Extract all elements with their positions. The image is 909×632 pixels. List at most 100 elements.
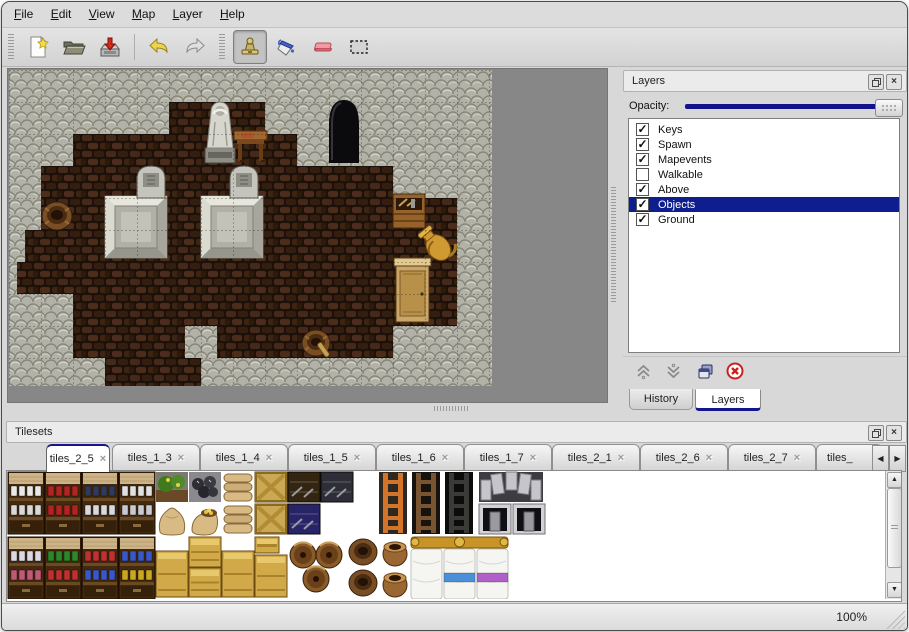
layer-row-ground[interactable]: ✓ Ground — [629, 212, 899, 227]
opacity-slider[interactable] — [685, 99, 903, 115]
map-canvas[interactable] — [9, 70, 492, 386]
opacity-slider-handle[interactable] — [875, 99, 903, 117]
delete-icon — [726, 362, 744, 380]
close-panel-button[interactable]: × — [886, 74, 902, 90]
fill-tool-button[interactable] — [271, 31, 303, 63]
tileset-tab-tiles_2_5[interactable]: tiles_2_5× — [46, 444, 110, 472]
layer-name: Keys — [658, 124, 682, 136]
scroll-up-icon: ▲ — [891, 476, 898, 483]
menu-file[interactable]: File — [14, 7, 33, 21]
scrollbar-thumb[interactable] — [887, 488, 902, 568]
layer-row-objects[interactable]: ✓ Objects — [629, 197, 899, 212]
delete-layer-button[interactable] — [725, 361, 745, 381]
resize-grip[interactable] — [885, 609, 905, 629]
map-view[interactable] — [7, 68, 608, 403]
undo-button[interactable] — [143, 31, 175, 63]
stamp-tool-button[interactable] — [233, 30, 267, 64]
tileset-tab-tiles_1_6[interactable]: tiles_1_6× — [376, 444, 464, 470]
layer-checkbox[interactable]: ✓ — [636, 123, 649, 136]
opacity-slider-track[interactable] — [685, 104, 903, 109]
eraser-tool-button[interactable] — [307, 31, 339, 63]
close-tab-icon[interactable]: × — [178, 452, 184, 464]
stamp-icon — [238, 35, 262, 59]
tab-history[interactable]: History — [629, 389, 693, 410]
toolbar-grip[interactable] — [8, 34, 14, 60]
scroll-tabs-right-button[interactable]: ▶ — [889, 445, 906, 472]
tileset-tab-bar: tiles_2_5× tiles_1_3× tiles_1_4× tiles_1… — [6, 443, 907, 471]
layer-checkbox[interactable]: ✓ — [636, 153, 649, 166]
close-tab-icon[interactable]: × — [442, 452, 448, 464]
vertical-splitter[interactable] — [611, 187, 616, 302]
layer-checkbox[interactable]: ✓ — [636, 183, 649, 196]
toolbar-separator — [134, 34, 135, 60]
tileset-tab-tiles_2_1[interactable]: tiles_2_1× — [552, 444, 640, 470]
layer-checkbox[interactable]: ✓ — [636, 198, 649, 211]
menu-bar: File Edit View Map Layer Help — [2, 2, 907, 28]
menu-edit[interactable]: Edit — [51, 7, 72, 21]
opacity-label: Opacity: — [629, 100, 669, 112]
move-down-icon — [665, 363, 682, 380]
close-tab-icon[interactable]: × — [706, 452, 712, 464]
close-tab-icon[interactable]: × — [530, 452, 536, 464]
tilesets-dock: Tilesets × tiles_2_5× tiles_1_3× tiles_1… — [6, 421, 907, 602]
close-tab-icon[interactable]: × — [354, 452, 360, 464]
layer-row-above[interactable]: ✓ Above — [629, 182, 899, 197]
menu-help[interactable]: Help — [220, 7, 245, 21]
selection-tool-button[interactable] — [343, 31, 375, 63]
move-layer-up-button[interactable] — [633, 361, 653, 381]
close-tilesets-button[interactable]: × — [886, 425, 902, 441]
horizontal-splitter[interactable] — [434, 406, 468, 411]
layer-row-keys[interactable]: ✓ Keys — [629, 122, 899, 137]
tileset-tab-tiles_1_5[interactable]: tiles_1_5× — [288, 444, 376, 470]
zoom-level: 100% — [836, 610, 867, 624]
tile-grid-overlay — [9, 70, 492, 386]
layer-row-walkable[interactable]: Walkable — [629, 167, 899, 182]
layer-checkbox[interactable] — [636, 168, 649, 181]
toolbar-grip-2[interactable] — [219, 34, 225, 60]
tileset-tab-tiles_2_6[interactable]: tiles_2_6× — [640, 444, 728, 470]
save-icon — [98, 35, 122, 59]
open-button[interactable] — [58, 31, 90, 63]
layer-checkbox[interactable]: ✓ — [636, 213, 649, 226]
layer-row-mapevents[interactable]: ✓ Mapevents — [629, 152, 899, 167]
menu-layer[interactable]: Layer — [173, 7, 203, 21]
close-tab-icon[interactable]: × — [266, 452, 272, 464]
float-tilesets-button[interactable] — [868, 425, 884, 441]
float-icon — [872, 78, 881, 87]
layers-panel-title: Layers — [632, 75, 665, 87]
main-toolbar — [2, 28, 907, 67]
menu-view[interactable]: View — [89, 7, 115, 21]
redo-icon — [183, 35, 207, 59]
opacity-row: Opacity: — [623, 96, 907, 116]
tileset-tab-tiles_2_7[interactable]: tiles_2_7× — [728, 444, 816, 470]
scroll-up-button[interactable]: ▲ — [887, 472, 902, 488]
tileset-palette[interactable] — [7, 471, 883, 599]
layers-panel-header: Layers × — [623, 70, 907, 92]
move-layer-down-button[interactable] — [663, 361, 683, 381]
save-button[interactable] — [94, 31, 126, 63]
tileset-palette-area: ▲ ▼ — [6, 470, 902, 602]
tileset-scrollbar[interactable]: ▲ ▼ — [885, 471, 901, 599]
new-file-button[interactable] — [22, 31, 54, 63]
duplicate-layer-button[interactable] — [695, 361, 715, 381]
layer-checkbox[interactable]: ✓ — [636, 138, 649, 151]
scroll-down-icon: ▼ — [891, 586, 898, 593]
layer-row-spawn[interactable]: ✓ Spawn — [629, 137, 899, 152]
tileset-tab-tiles_1_7[interactable]: tiles_1_7× — [464, 444, 552, 470]
status-bar: 100% — [2, 603, 907, 631]
redo-button[interactable] — [179, 31, 211, 63]
menu-map[interactable]: Map — [132, 7, 155, 21]
layer-list: ✓ Keys ✓ Spawn ✓ Mapevents Walkable ✓ Ab… — [628, 118, 900, 353]
close-tab-icon[interactable]: × — [618, 452, 624, 464]
close-tab-icon[interactable]: × — [100, 453, 106, 465]
scroll-tabs-left-button[interactable]: ◀ — [872, 445, 889, 472]
tileset-tab-tiles_1_4[interactable]: tiles_1_4× — [200, 444, 288, 470]
layer-name: Mapevents — [658, 154, 712, 166]
float-panel-button[interactable] — [868, 74, 884, 90]
scroll-down-button[interactable]: ▼ — [887, 582, 902, 598]
tileset-tab-tiles_1_3[interactable]: tiles_1_3× — [112, 444, 200, 470]
tab-layers[interactable]: Layers — [695, 389, 761, 411]
tilesets-panel-title: Tilesets — [15, 426, 53, 438]
close-tab-icon[interactable]: × — [794, 452, 800, 464]
new-file-icon — [26, 35, 50, 59]
